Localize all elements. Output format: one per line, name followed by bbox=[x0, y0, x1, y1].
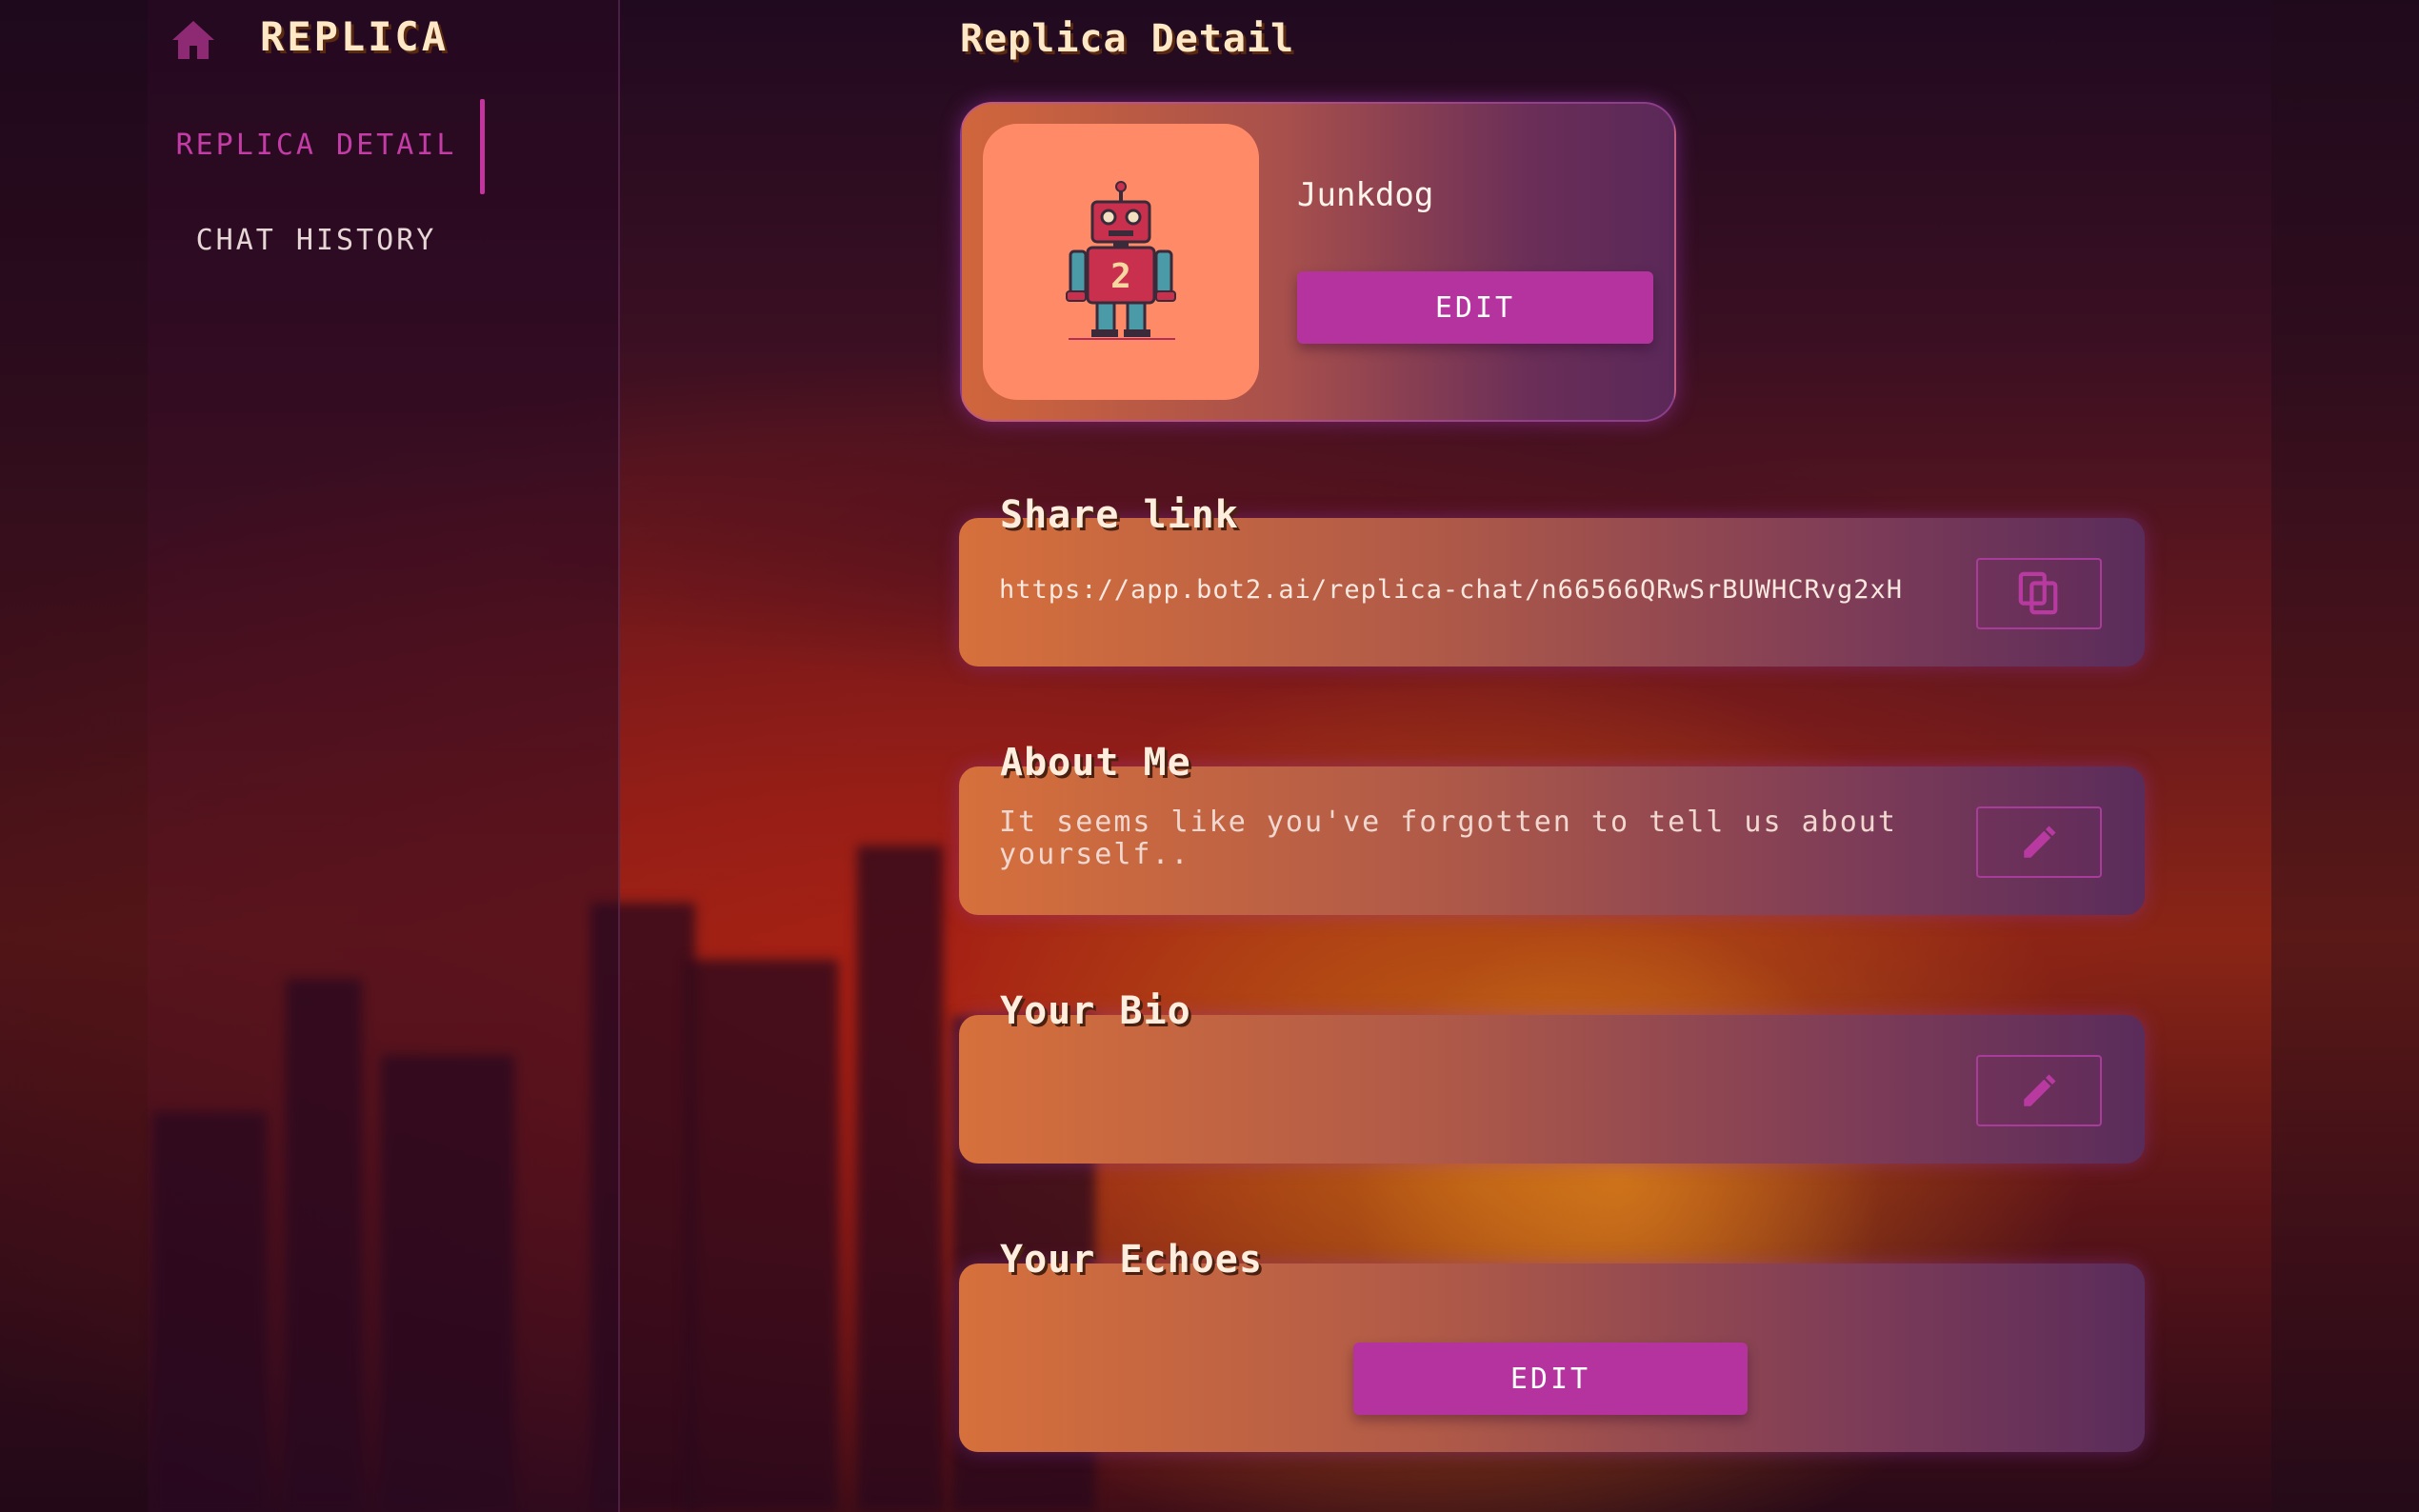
about-me-text: It seems like you've forgotten to tell u… bbox=[999, 806, 1897, 871]
bio-section bbox=[959, 1015, 2145, 1164]
about-me-title: About Me bbox=[1000, 741, 1191, 785]
profile-card: 2 Junkdog EDIT bbox=[960, 102, 1676, 422]
page-title: Replica Detail bbox=[960, 17, 1295, 61]
copy-icon bbox=[2018, 571, 2058, 614]
share-link-title: Share link bbox=[1000, 493, 1239, 537]
brand bbox=[167, 13, 220, 67]
bio-title: Your Bio bbox=[1000, 989, 1191, 1033]
replica-name: Junkdog bbox=[1297, 176, 1434, 214]
edit-profile-button[interactable]: EDIT bbox=[1297, 271, 1653, 344]
echoes-section: EDIT bbox=[959, 1263, 2145, 1452]
edit-bio-button[interactable] bbox=[1976, 1055, 2102, 1126]
home-icon[interactable] bbox=[167, 13, 220, 67]
edit-echoes-button[interactable]: EDIT bbox=[1353, 1343, 1748, 1415]
svg-text:2: 2 bbox=[1110, 257, 1131, 296]
share-link-section: https://app.bot2.ai/replica-chat/n66566Q… bbox=[959, 518, 2145, 666]
active-indicator bbox=[480, 99, 485, 194]
pencil-icon bbox=[2024, 826, 2056, 858]
sidebar: REPLICA REPLICA DETAIL CHAT HISTORY bbox=[148, 0, 620, 1512]
about-me-section: It seems like you've forgotten to tell u… bbox=[959, 766, 2145, 915]
right-margin-shade bbox=[2271, 0, 2419, 1512]
echoes-title: Your Echoes bbox=[1000, 1238, 1263, 1282]
sidebar-item-replica-detail[interactable]: REPLICA DETAIL bbox=[148, 129, 485, 162]
edit-about-button[interactable] bbox=[1976, 806, 2102, 878]
robot-avatar: 2 bbox=[983, 124, 1259, 400]
brand-title: REPLICA bbox=[260, 13, 450, 60]
pencil-icon bbox=[2024, 1074, 2056, 1106]
share-link-url[interactable]: https://app.bot2.ai/replica-chat/n66566Q… bbox=[999, 575, 1903, 605]
copy-link-button[interactable] bbox=[1976, 558, 2102, 629]
sidebar-item-chat-history[interactable]: CHAT HISTORY bbox=[148, 224, 485, 257]
left-margin-shade bbox=[0, 0, 148, 1512]
